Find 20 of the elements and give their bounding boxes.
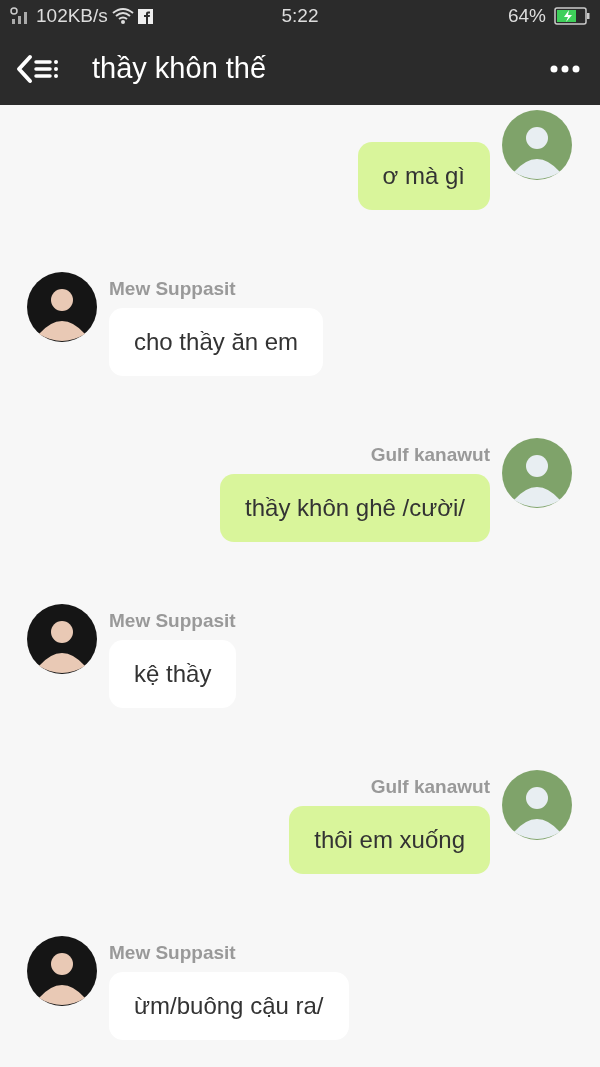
more-icon[interactable] <box>550 64 580 73</box>
clock: 5:22 <box>281 5 319 27</box>
wifi-icon <box>111 7 134 25</box>
message-bubble: thôi em xuống <box>289 806 490 874</box>
sender-name: Mew Suppasit <box>109 610 236 632</box>
message-bubble: ừm/buông cậu ra/ <box>109 972 349 1040</box>
message-bubble: kệ thầy <box>109 640 237 708</box>
back-menu-icon[interactable] <box>16 53 60 84</box>
chat-title: thầy khôn thế <box>92 52 268 85</box>
facebook-icon <box>137 8 153 24</box>
network-speed: 102KB/s <box>36 5 108 27</box>
message-bubble: thầy khôn ghê /cười/ <box>220 474 490 542</box>
battery-percent: 64% <box>507 5 546 27</box>
sender-name: Gulf kanawut <box>370 444 490 466</box>
message-bubble: ơ mà gì <box>357 142 490 210</box>
message-bubble: cho thầy ăn em <box>109 308 324 376</box>
battery-charging-icon <box>554 7 590 25</box>
sender-name: Mew Suppasit <box>109 278 236 300</box>
sender-name: Mew Suppasit <box>109 942 236 964</box>
sender-name: Gulf kanawut <box>370 776 490 798</box>
